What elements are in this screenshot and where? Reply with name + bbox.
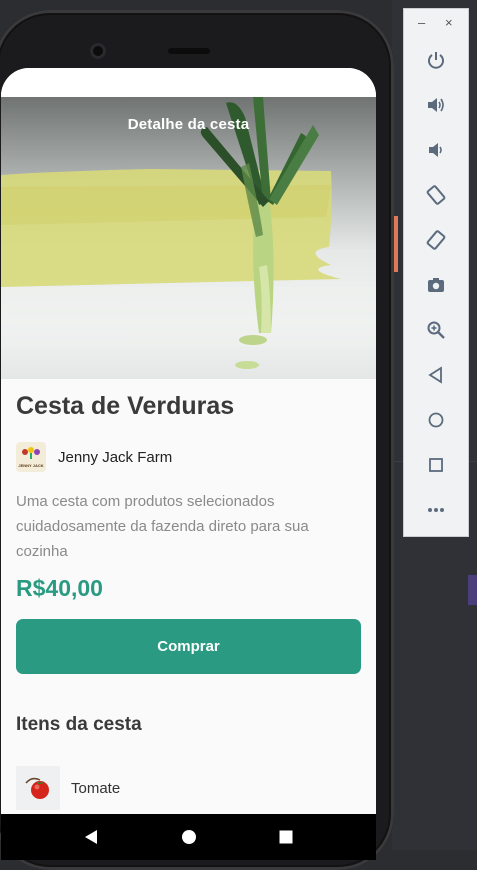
volume-up-icon[interactable]: [423, 92, 449, 118]
camera-icon[interactable]: [423, 272, 449, 298]
hero-image: Detalhe da cesta: [1, 97, 376, 379]
farm-logo: JENNY JACK: [16, 442, 46, 472]
earpiece-speaker: [168, 48, 210, 54]
leek-photo: [1, 97, 376, 369]
farm-name: Jenny Jack Farm: [58, 448, 173, 466]
toolbar-window-controls: – ×: [404, 9, 468, 39]
basket-price: R$40,00: [16, 575, 103, 601]
screen-title: Detalhe da cesta: [127, 116, 250, 133]
volume-down-icon[interactable]: [423, 137, 449, 163]
more-icon[interactable]: [423, 497, 449, 523]
buy-button[interactable]: Comprar: [16, 619, 361, 674]
back-icon[interactable]: [423, 362, 449, 388]
ide-scroll-marker: [468, 575, 477, 605]
overview-icon[interactable]: [278, 829, 294, 845]
rotate-right-icon[interactable]: [423, 227, 449, 253]
rotate-left-icon[interactable]: [423, 182, 449, 208]
overview-icon[interactable]: [423, 452, 449, 478]
close-button[interactable]: ×: [445, 15, 453, 30]
device-screen: Detalhe da cesta Cesta de Verduras JENNY…: [1, 68, 376, 860]
farm-row[interactable]: JENNY JACK Jenny Jack Farm: [16, 441, 172, 473]
basket-description: Uma cesta com produtos selecionados cuid…: [16, 493, 309, 560]
item-name: Tomate: [71, 779, 121, 797]
status-bar: [1, 68, 376, 97]
phone-frame: Detalhe da cesta Cesta de Verduras JENNY…: [0, 10, 394, 870]
ide-accent-marker: [394, 216, 398, 272]
back-icon[interactable]: [83, 829, 99, 845]
items-section-title: Itens da cesta: [16, 714, 142, 735]
basket-title: Cesta de Verduras: [16, 392, 235, 420]
zoom-icon[interactable]: [423, 317, 449, 343]
power-icon[interactable]: [423, 47, 449, 73]
minimize-button[interactable]: –: [418, 15, 425, 30]
tomato-icon: [16, 766, 60, 810]
front-camera: [90, 43, 106, 59]
android-nav-bar: [1, 814, 376, 860]
home-icon[interactable]: [423, 407, 449, 433]
farm-logo-text: JENNY JACK: [18, 463, 44, 468]
list-item[interactable]: Tomate: [16, 766, 120, 810]
home-icon[interactable]: [181, 829, 197, 845]
emulator-toolbar: – ×: [403, 8, 469, 537]
